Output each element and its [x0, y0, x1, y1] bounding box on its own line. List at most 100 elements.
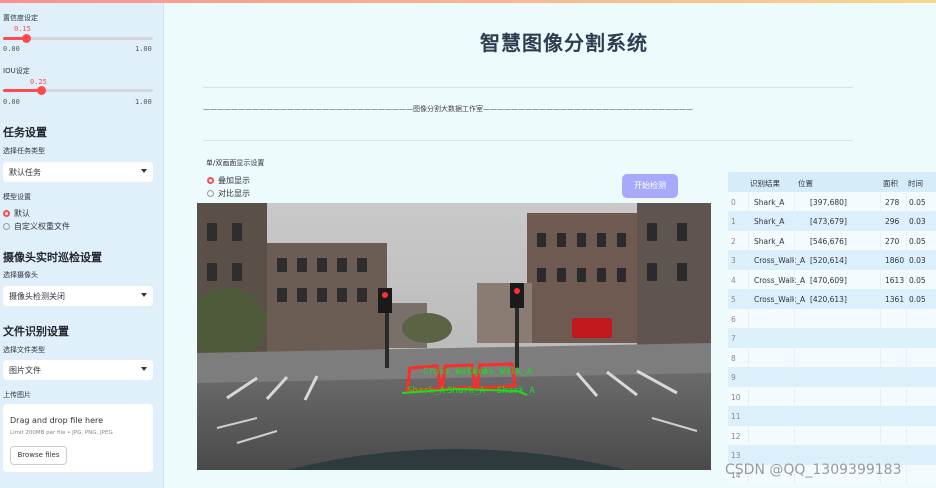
- cell-result: Shark_A: [754, 217, 785, 226]
- chevron-down-icon: [141, 367, 147, 371]
- table-row[interactable]: 6: [728, 308, 936, 328]
- column-separator: [906, 386, 907, 406]
- table-row[interactable]: 11: [728, 406, 936, 426]
- confidence-slider-thumb[interactable]: [21, 34, 31, 43]
- file-type-select[interactable]: 图片文件: [3, 360, 153, 380]
- task-type-select[interactable]: 默认任务: [3, 162, 153, 182]
- display-option-label: 对比显示: [218, 189, 250, 198]
- radio-selected-icon: [3, 210, 10, 217]
- divider-top: [203, 87, 853, 88]
- table-row[interactable]: 12: [728, 425, 936, 445]
- file-dropzone[interactable]: Drag and drop file here Limit 200MB per …: [3, 404, 153, 472]
- column-separator: [906, 308, 907, 328]
- cell-time: 0.05: [909, 275, 926, 285]
- start-detection-button[interactable]: 开始检测: [622, 174, 678, 198]
- column-separator: [880, 250, 881, 270]
- table-row[interactable]: 4 Cross_Walk_A [470,609] 1613 0.05: [728, 269, 936, 289]
- column-separator: [748, 250, 749, 270]
- table-row[interactable]: 9: [728, 367, 936, 387]
- iou-label: IOU设定: [3, 67, 30, 75]
- column-separator: [794, 425, 795, 445]
- column-separator: [794, 250, 795, 270]
- camera-select[interactable]: 摄像头检测关闭: [3, 286, 153, 306]
- results-table[interactable]: 识别结果 位置 面积 时间 0 Shark_A [397,680] 278 0.05 1 S…: [728, 172, 936, 488]
- column-separator: [906, 191, 907, 211]
- cell-index: 1: [731, 217, 736, 226]
- model-option-label: 默认: [14, 209, 30, 218]
- table-row[interactable]: 0 Shark_A [397,680] 278 0.05: [728, 191, 936, 211]
- header-position: 位置: [798, 179, 813, 188]
- column-separator: [880, 289, 881, 309]
- cell-time: 0.05: [909, 236, 926, 246]
- task-type-label: 选择任务类型: [3, 147, 45, 155]
- iou-slider-thumb[interactable]: [36, 86, 46, 95]
- cell-result: Cross_Walk_A: [754, 295, 806, 304]
- column-separator: [906, 425, 907, 445]
- table-row[interactable]: 7: [728, 328, 936, 348]
- cell-index: 13: [731, 451, 741, 460]
- cell-result: Cross_Walk_A: [754, 256, 806, 265]
- browse-files-button[interactable]: Browse files: [10, 446, 67, 465]
- cell-index: 6: [731, 314, 736, 324]
- confidence-label: 置信度设定: [3, 14, 38, 22]
- cell-area: 1613: [885, 275, 905, 285]
- cell-time: 0.03: [909, 217, 926, 226]
- cell-area: 296: [885, 217, 900, 226]
- file-type-value: 图片文件: [9, 366, 41, 375]
- model-label: 模型设置: [3, 193, 31, 201]
- iou-max: 1.00: [135, 98, 152, 106]
- column-separator: [748, 289, 749, 309]
- task-heading: 任务设置: [3, 126, 47, 139]
- column-separator: [906, 250, 907, 270]
- model-option-default[interactable]: 默认: [3, 208, 30, 218]
- divider-bottom: [203, 140, 853, 141]
- studio-divider-text: ——————————————————————————————图像分割大数据工作室…: [203, 105, 693, 113]
- table-row[interactable]: 1 Shark_A [473,679] 296 0.03: [728, 211, 936, 231]
- column-separator: [880, 269, 881, 289]
- column-separator: [906, 269, 907, 289]
- iou-min: 0.00: [3, 98, 20, 106]
- table-row[interactable]: 2 Shark_A [546,676] 270 0.05: [728, 230, 936, 250]
- table-row[interactable]: 8: [728, 347, 936, 367]
- table-row[interactable]: 3 Cross_Walk_A [520,614] 1860 0.03: [728, 250, 936, 270]
- column-separator: [880, 425, 881, 445]
- radio-empty-icon: [3, 223, 10, 230]
- column-separator: [906, 445, 907, 465]
- cell-area: 270: [885, 236, 900, 246]
- confidence-value: 0.15: [14, 25, 31, 33]
- display-option-overlay[interactable]: 叠加显示: [207, 175, 250, 186]
- display-option-compare[interactable]: 对比显示: [207, 188, 250, 199]
- cell-index: 4: [731, 275, 736, 285]
- cell-position: [546,676]: [810, 236, 847, 246]
- column-separator: [794, 191, 795, 211]
- iou-slider[interactable]: [3, 86, 153, 95]
- column-separator: [794, 289, 795, 309]
- confidence-slider[interactable]: [3, 34, 153, 43]
- model-option-custom[interactable]: 自定义权重文件: [3, 221, 70, 231]
- cell-index: 3: [731, 256, 736, 265]
- segment-label-crosswalk: Cross_Walk_A: [467, 367, 533, 377]
- task-type-value: 默认任务: [9, 168, 41, 177]
- cell-position: [397,680]: [810, 197, 847, 207]
- column-separator: [794, 269, 795, 289]
- watermark: CSDN @QQ_1309399183: [725, 462, 902, 478]
- model-option-label: 自定义权重文件: [14, 222, 70, 231]
- camera-label: 选择摄像头: [3, 271, 38, 279]
- column-separator: [880, 308, 881, 328]
- column-separator: [748, 269, 749, 289]
- table-row[interactable]: 5 Cross_Walk_A [420,613] 1361 0.05: [728, 289, 936, 309]
- iou-slider-fill: [3, 89, 41, 92]
- upload-label: 上传图片: [3, 391, 31, 399]
- column-separator: [880, 367, 881, 387]
- table-row[interactable]: 10: [728, 386, 936, 406]
- cell-area: 1361: [885, 295, 905, 304]
- chevron-down-icon: [141, 169, 147, 173]
- cell-index: 10: [731, 392, 741, 402]
- segment-label-shark: Shark_A: [447, 386, 486, 396]
- column-separator: [794, 328, 795, 348]
- column-separator: [794, 386, 795, 406]
- radio-selected-icon: [207, 177, 214, 184]
- column-separator: [748, 406, 749, 426]
- cell-area: 1860: [885, 256, 905, 265]
- column-separator: [880, 230, 881, 250]
